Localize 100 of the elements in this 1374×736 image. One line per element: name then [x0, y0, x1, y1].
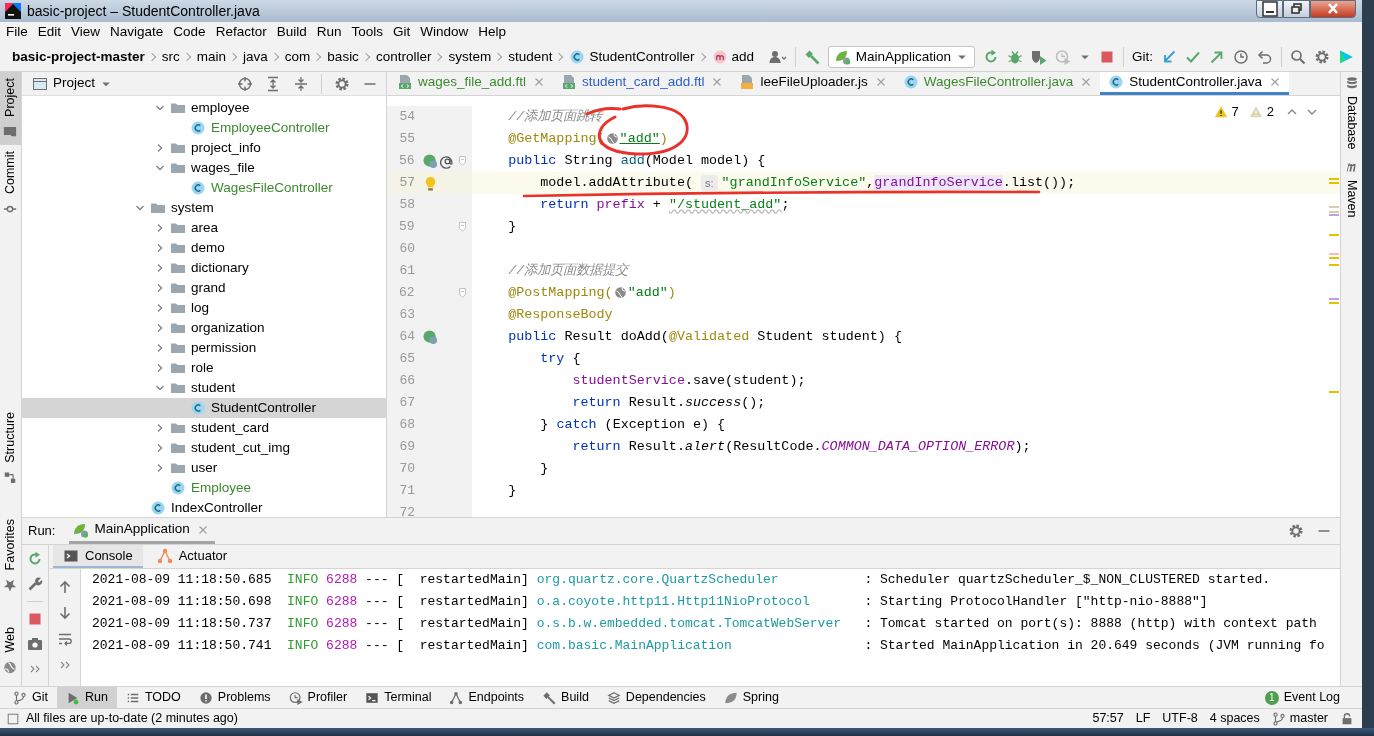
tree-item[interactable]: employee — [22, 98, 386, 118]
menu-item[interactable]: Help — [473, 22, 512, 43]
hammer-icon[interactable] — [803, 49, 820, 65]
settings-icon[interactable] — [1288, 523, 1304, 539]
editor-tab[interactable]: StudentController.java — [1100, 72, 1290, 95]
tree-item[interactable]: demo — [22, 238, 386, 258]
tool-window-tab[interactable]: Dependencies — [597, 687, 715, 708]
menu-item[interactable]: View — [66, 22, 106, 43]
bean-icon[interactable] — [423, 329, 438, 345]
bug-icon[interactable] — [1007, 49, 1023, 65]
lock-icon[interactable] — [1340, 711, 1354, 726]
menu-item[interactable]: Run — [311, 22, 347, 43]
tree-item[interactable]: user — [22, 458, 386, 478]
stop-icon[interactable] — [27, 611, 43, 627]
menu-item[interactable]: Refactor — [210, 22, 272, 43]
history-icon[interactable] — [1233, 49, 1249, 65]
check-icon[interactable] — [1185, 49, 1201, 65]
indent-setting[interactable]: 4 spaces — [1209, 709, 1260, 728]
editor-tab[interactable]: student_card_add.ftl — [553, 72, 732, 95]
menu-item[interactable]: Code — [168, 22, 211, 43]
tree-item[interactable]: system — [22, 198, 386, 218]
tree-item[interactable]: EmployeeController — [22, 118, 386, 138]
menu-item[interactable]: Tools — [346, 22, 388, 43]
minimize-button[interactable] — [1256, 0, 1283, 18]
breadcrumb[interactable]: StudentController — [569, 46, 695, 68]
tool-window-tab[interactable]: Maven — [1341, 159, 1362, 218]
tool-window-tab[interactable]: Run — [57, 687, 117, 708]
tool-window-tab[interactable]: Endpoints — [440, 687, 534, 708]
search-icon[interactable] — [1290, 49, 1306, 65]
tree-item[interactable]: log — [22, 298, 386, 318]
soft-wrap-icon[interactable] — [56, 631, 73, 647]
tree-item[interactable]: role — [22, 358, 386, 378]
tool-window-tab[interactable]: Problems — [189, 687, 280, 708]
breadcrumb[interactable]: controller — [375, 46, 432, 68]
editor-tab[interactable]: wages_file_add.ftl — [389, 72, 554, 95]
tree-item[interactable]: project_info — [22, 138, 386, 158]
rerun-icon[interactable] — [983, 49, 999, 65]
tree-item[interactable]: StudentController — [22, 398, 386, 418]
maximize-button[interactable] — [1283, 0, 1310, 18]
menu-item[interactable]: Git — [388, 22, 416, 43]
breadcrumb[interactable]: java — [243, 46, 268, 68]
tree-item[interactable]: student_cut_img — [22, 438, 386, 458]
at-sign-icon[interactable] — [439, 153, 455, 169]
event-log-button[interactable]: 1 Event Log — [1264, 688, 1340, 707]
collapse-all-icon[interactable] — [293, 75, 309, 92]
tree-item[interactable]: area — [22, 218, 386, 238]
close-button[interactable] — [1310, 0, 1356, 18]
editor-tab[interactable]: leeFileUploader.js — [731, 72, 895, 95]
file-encoding[interactable]: UTF-8 — [1162, 709, 1198, 728]
settings-icon[interactable] — [1314, 49, 1330, 65]
line-separator[interactable]: LF — [1135, 709, 1151, 728]
tree-item[interactable]: student_card — [22, 418, 386, 438]
tree-item[interactable]: student — [22, 378, 386, 398]
tool-window-tab[interactable]: Web — [0, 620, 21, 680]
console-tab[interactable]: Actuator — [146, 545, 238, 568]
stop-icon[interactable] — [1099, 49, 1115, 65]
tree-item[interactable]: Employee — [22, 478, 386, 498]
crosshair-icon[interactable] — [237, 75, 253, 92]
tool-window-tab[interactable]: Spring — [714, 687, 788, 708]
project-view-dropdown[interactable]: Project — [32, 73, 113, 94]
menu-item[interactable]: Window — [415, 22, 474, 43]
camera-icon[interactable] — [27, 636, 43, 652]
tool-window-tab[interactable]: Project — [0, 72, 21, 145]
rerun-icon[interactable] — [27, 551, 43, 567]
menu-item[interactable]: Build — [271, 22, 312, 43]
tree-item[interactable]: organization — [22, 318, 386, 338]
tree-item[interactable]: wages_file — [22, 158, 386, 178]
expand-all-icon[interactable] — [265, 75, 281, 92]
lightbulb-icon[interactable] — [423, 175, 438, 191]
app-logo-icon[interactable] — [1338, 49, 1354, 65]
tool-window-tab[interactable]: Terminal — [356, 687, 441, 708]
menu-item[interactable]: Edit — [32, 22, 67, 43]
breadcrumb[interactable]: main — [196, 46, 227, 68]
breadcrumb[interactable]: student — [508, 46, 553, 68]
tree-item[interactable]: grand — [22, 278, 386, 298]
editor-tab[interactable]: WagesFileController.java — [894, 72, 1101, 95]
menu-item[interactable]: Navigate — [105, 22, 169, 43]
tree-item[interactable]: permission — [22, 338, 386, 358]
menu-item[interactable]: File — [1, 22, 33, 43]
profiler-icon[interactable] — [1055, 49, 1071, 65]
tool-window-tab[interactable]: Database — [1341, 76, 1362, 150]
run-config-dropdown[interactable]: MainApplication — [827, 46, 975, 68]
breadcrumb[interactable]: basic-project-master — [12, 46, 145, 68]
tree-item[interactable]: WagesFileController — [22, 178, 386, 198]
tool-window-tab[interactable]: Commit — [0, 144, 21, 222]
undo-icon[interactable] — [1257, 49, 1273, 65]
git-branch[interactable]: master — [1271, 709, 1328, 728]
tool-window-tab[interactable]: TODO — [116, 687, 190, 708]
push-icon[interactable] — [1209, 49, 1225, 65]
breadcrumb[interactable]: basic — [327, 46, 359, 68]
caret-position[interactable]: 57:57 — [1092, 709, 1124, 728]
tool-window-tab[interactable]: Build — [533, 687, 598, 708]
tool-window-tab[interactable]: Git — [4, 687, 57, 708]
breadcrumb[interactable]: com — [284, 46, 311, 68]
console-tab[interactable]: Console — [53, 545, 143, 568]
breadcrumb[interactable]: add — [711, 46, 755, 68]
tool-window-tab[interactable]: Structure — [0, 406, 21, 492]
breadcrumb[interactable]: src — [161, 46, 180, 68]
settings-icon[interactable] — [334, 75, 350, 92]
wrench-icon[interactable] — [27, 576, 43, 592]
